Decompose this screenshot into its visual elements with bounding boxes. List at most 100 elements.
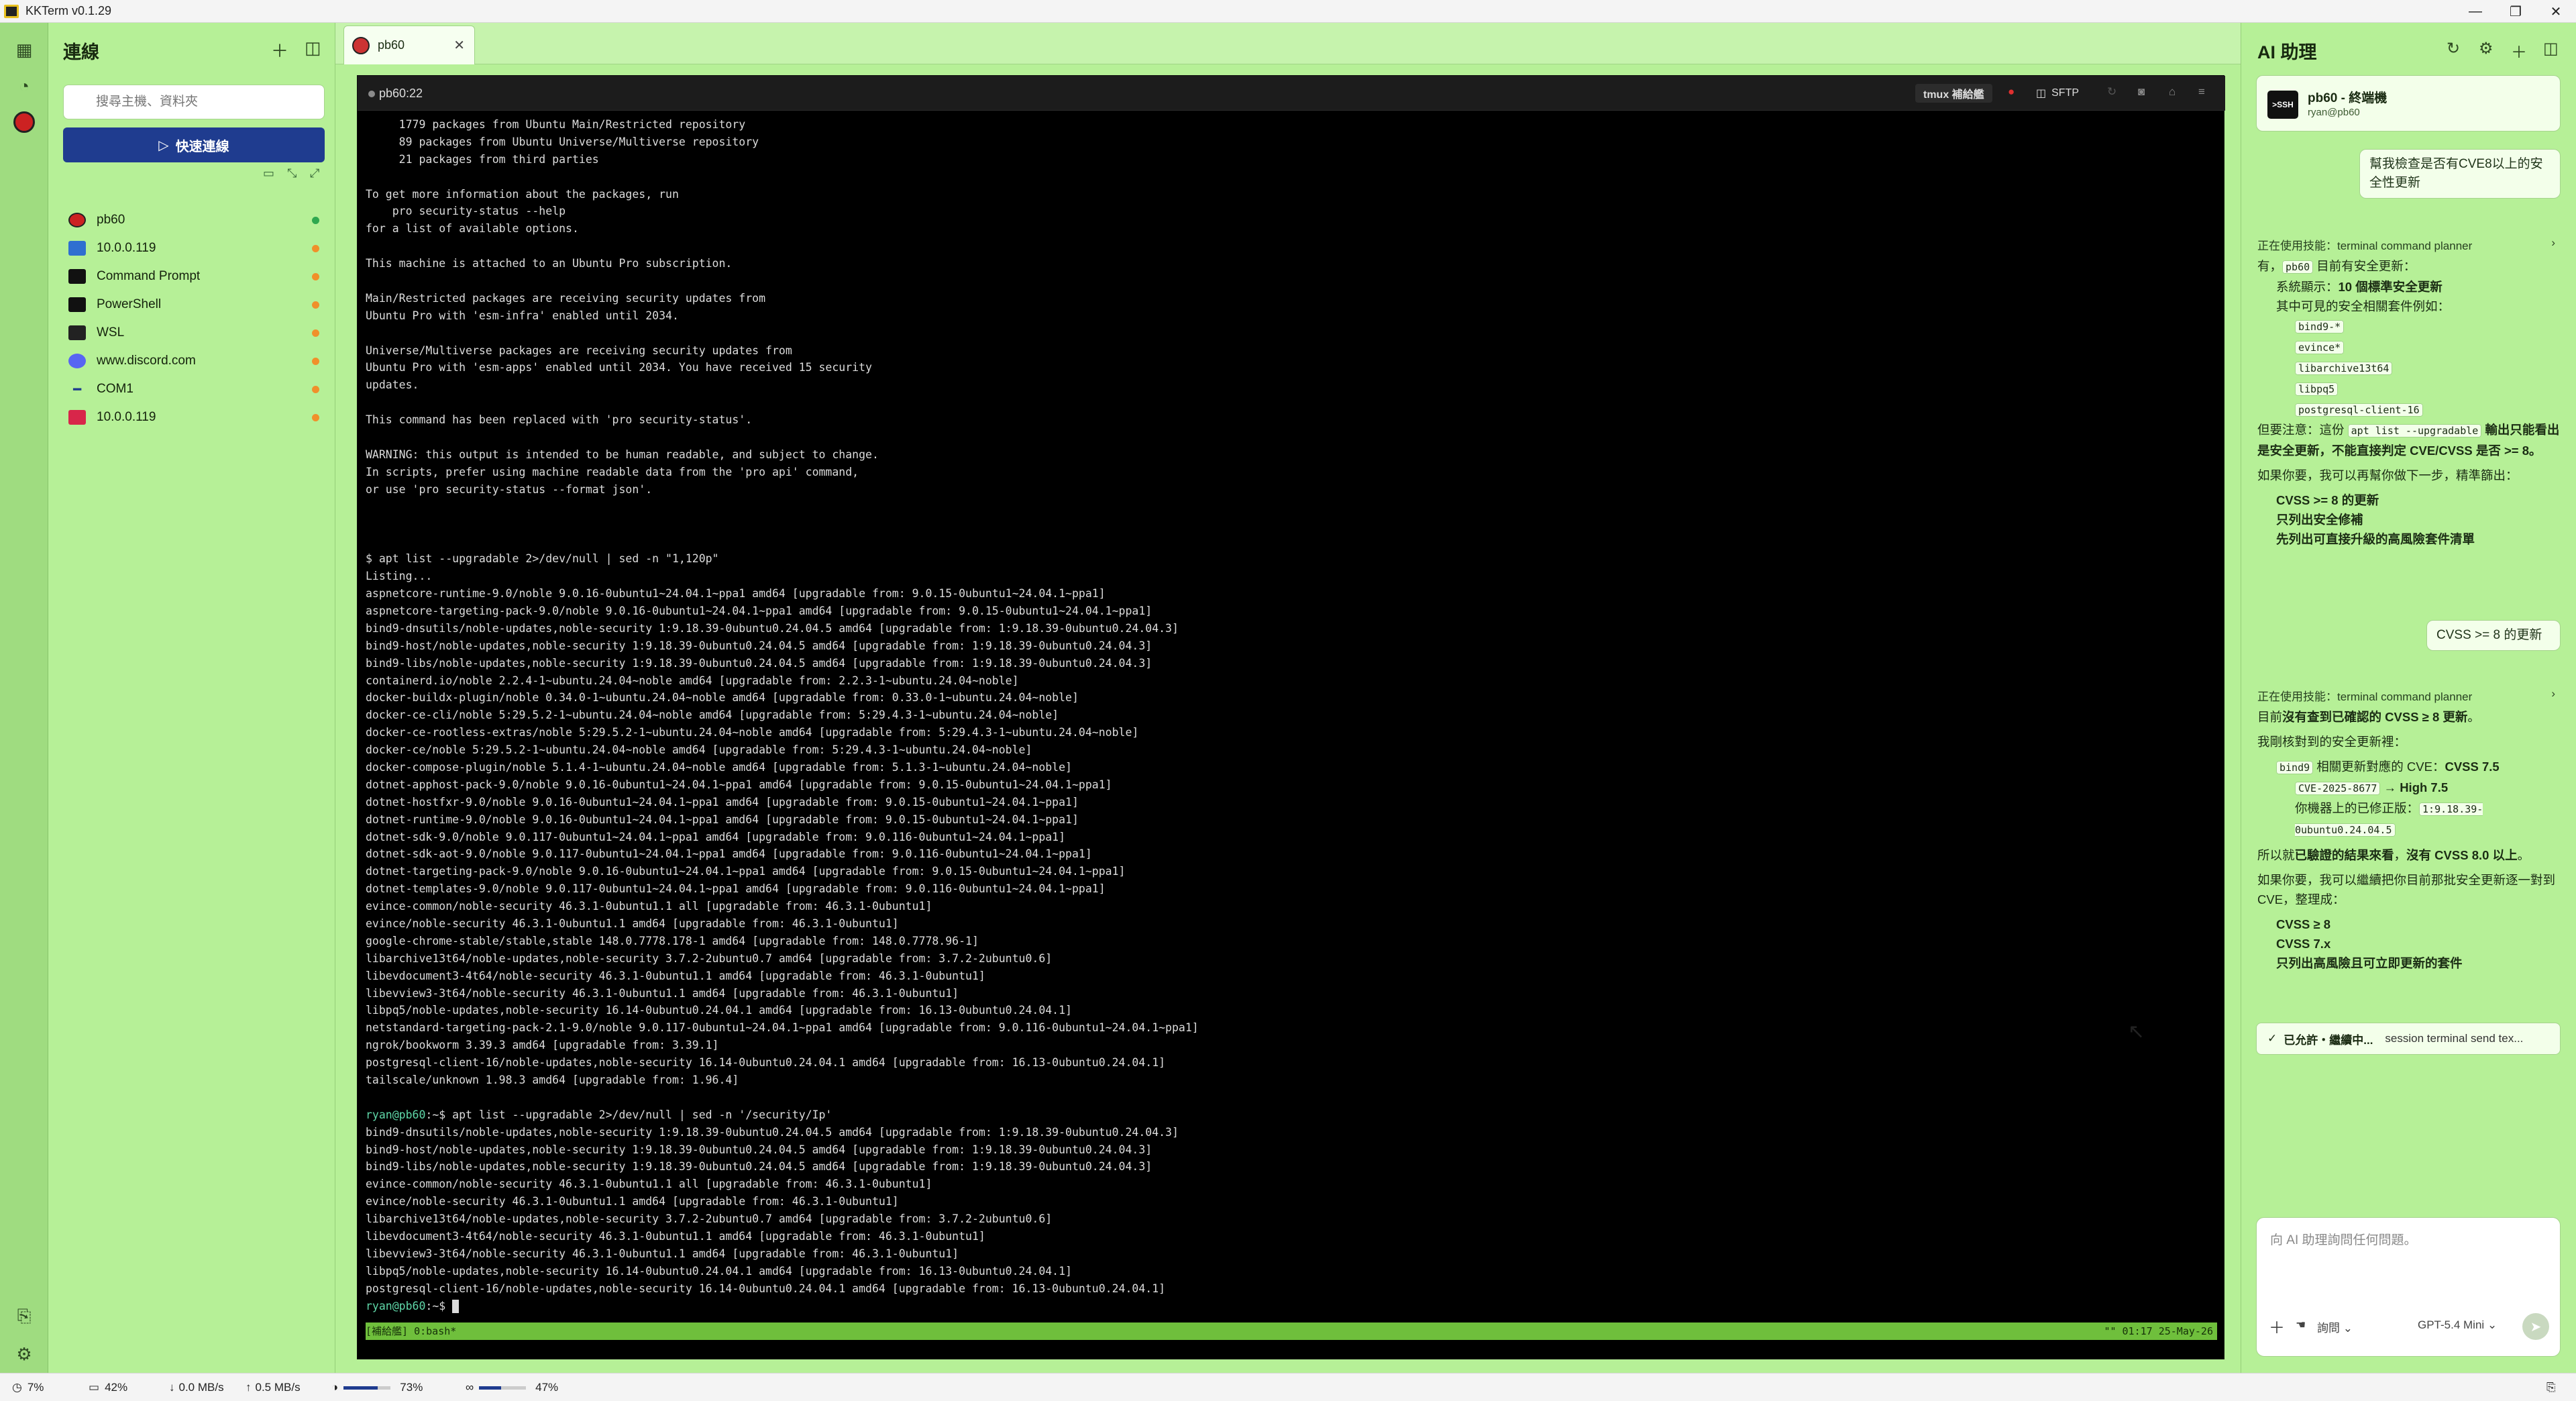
new-chat-icon[interactable]: ＋ — [2511, 39, 2527, 62]
connection-item-pb60[interactable]: pb60 — [63, 207, 325, 234]
snippets-icon[interactable]: ⎘ — [9, 1302, 39, 1331]
tmux-button[interactable]: tmux 補給艦 — [1915, 84, 1992, 103]
ssh-icon: >SSH — [2267, 91, 2298, 119]
session-name: pb60:22 — [379, 87, 423, 100]
model-select[interactable]: GPT-5.4 Mini ⌄ — [2418, 1318, 2497, 1332]
ssh-icon — [68, 213, 86, 227]
tab-pb60[interactable]: pb60 ✕ — [343, 25, 475, 64]
search-input[interactable] — [63, 85, 325, 119]
quick-connect-button[interactable]: ▷ 快速連線 — [63, 127, 325, 162]
record-icon[interactable]: ● — [2008, 85, 2015, 99]
assistant-message: 有， pb60 目前有安全更新： 系統顯示：10 個標準安全更新 其中可見的安全相… — [2257, 259, 2560, 546]
connections-sidebar: 連線 ＋ ◫ ⌕ ▷快速連線 ▭ ⤡ ⤢ pb60 10.0.0.119 Com… — [48, 23, 335, 1373]
disk-meter-fill — [343, 1386, 378, 1390]
gpu-stat: ∞ 47% — [466, 1381, 559, 1394]
send-button[interactable]: ➤ — [2522, 1313, 2549, 1340]
terminal-header: pb60:22 tmux 補給艦 ● ◫ SFTP ↻ ◙ ⌂ ≡ — [358, 76, 2225, 111]
connection-item-powershell[interactable]: PowerShell — [63, 291, 325, 318]
vnc-icon — [68, 410, 86, 425]
connection-item-wsl[interactable]: WSL — [63, 319, 325, 346]
play-icon: ▷ — [158, 138, 169, 153]
monitor-gauge-icon[interactable]: ◔ — [9, 71, 39, 101]
terminal-line: bind9-host/noble-updates,noble-security … — [366, 639, 1152, 652]
terminal-line: In scripts, prefer using machine readabl… — [366, 465, 859, 478]
refresh-icon[interactable]: ↻ — [2447, 39, 2460, 58]
active-session-avatar[interactable] — [9, 107, 39, 137]
lock-icon[interactable]: ⌂ — [2169, 85, 2176, 99]
add-connection-icon[interactable]: ＋ — [271, 38, 288, 62]
context-title: pb60 - 終端機 — [2308, 91, 2387, 105]
skill-indicator[interactable]: 正在使用技能：terminal command planner › — [2257, 236, 2559, 253]
serial-icon: ━ — [72, 382, 82, 397]
minimize-icon[interactable]: — — [2455, 0, 2496, 23]
terminal-line: tailscale/unknown 1.98.3 amd64 [upgradab… — [366, 1073, 739, 1086]
attach-icon[interactable]: ＋ — [2269, 1314, 2285, 1338]
terminal-prompt-line[interactable]: ryan@pb60:~$ — [366, 1298, 2217, 1315]
notifications-icon[interactable]: ⎘ — [2546, 1381, 2556, 1394]
collapse-all-icon[interactable]: ⤡ — [287, 166, 297, 180]
ai-panel-title: AI 助理 — [2257, 42, 2317, 62]
menu-icon[interactable]: ≡ — [2198, 85, 2205, 99]
terminal-line: libpq5/noble-updates,noble-security 16.1… — [366, 1004, 1072, 1017]
close-tab-icon[interactable]: ✕ — [453, 37, 465, 54]
close-icon[interactable]: ✕ — [2536, 0, 2576, 23]
approval-status[interactable]: ✓ 已允許・繼續中... session terminal send tex..… — [2256, 1023, 2561, 1055]
connection-item-rdp[interactable]: 10.0.0.119 — [63, 235, 325, 262]
wsl-icon — [68, 325, 86, 340]
text-cursor — [452, 1300, 460, 1314]
chevron-down-icon: ⌄ — [2487, 1318, 2498, 1331]
connection-item-discord[interactable]: www.discord.com — [63, 348, 325, 374]
composer-input[interactable]: 向 AI 助理詢問任何問題。 — [2270, 1230, 2417, 1248]
terminal-line: libevdocument3-4t64/noble-security 46.3.… — [366, 969, 985, 982]
sftp-button[interactable]: ◫ SFTP — [2028, 84, 2087, 103]
terminal-line: libarchive13t64/noble-updates,noble-secu… — [366, 1212, 1053, 1226]
terminal-line: 89 packages from Ubuntu Universe/Multive… — [366, 135, 759, 148]
gear-icon[interactable]: ⚙ — [9, 1339, 39, 1369]
web-icon — [68, 354, 86, 368]
connection-item-vnc[interactable]: 10.0.0.119 — [63, 404, 325, 431]
ai-assistant-panel: AI 助理 ↻ ⚙ ＋ ◫ >SSH pb60 - 終端機 ryan@pb60 … — [2241, 23, 2576, 1373]
status-dot — [312, 357, 319, 365]
tab-bar: pb60 ✕ — [335, 23, 2241, 64]
terminal-line: bind9-libs/noble-updates,noble-security … — [366, 656, 1152, 670]
session-context-card[interactable]: >SSH pb60 - 終端機 ryan@pb60 — [2256, 75, 2561, 132]
new-folder-icon[interactable]: ▭ — [263, 166, 274, 180]
terminal-line: Universe/Multiverse packages are receivi… — [366, 344, 792, 357]
skill-indicator[interactable]: 正在使用技能：terminal command planner › — [2257, 687, 2559, 704]
chevron-right-icon: › — [2551, 236, 2555, 249]
chat-composer[interactable]: 向 AI 助理詢問任何問題。 ＋ ☚ 詢問 ⌄ GPT-5.4 Mini ⌄ ➤ — [2256, 1217, 2561, 1357]
terminal-line: dotnet-sdk-aot-9.0/noble 9.0.117-0ubuntu… — [366, 847, 1092, 861]
collapse-panel-icon[interactable]: ◫ — [305, 38, 321, 58]
dashboard-icon[interactable]: ▦ — [9, 35, 39, 64]
upload-stat: ↑ 0.5 MB/s — [246, 1381, 301, 1394]
camera-icon[interactable]: ◙ — [2138, 85, 2145, 99]
terminal-line: evince/noble-security 46.3.1-0ubuntu1.1 … — [366, 1195, 899, 1208]
user-message: CVSS >= 8 的更新 — [2426, 620, 2561, 651]
status-dot — [312, 329, 319, 337]
terminal-line: libevview3-3t64/noble-security 46.3.1-0u… — [366, 1247, 959, 1260]
terminal-pane[interactable]: pb60:22 tmux 補給艦 ● ◫ SFTP ↻ ◙ ⌂ ≡ 1779 pa… — [357, 75, 2225, 1359]
memory-icon: ▭ — [89, 1381, 100, 1394]
expand-all-icon[interactable]: ⤢ — [310, 166, 319, 180]
terminal-line: docker-buildx-plugin/noble 0.34.0-1~ubun… — [366, 691, 1079, 705]
gear-icon[interactable]: ⚙ — [2479, 39, 2493, 58]
terminal-output[interactable]: 1779 packages from Ubuntu Main/Restricte… — [366, 116, 2217, 1324]
terminal-line: dotnet-sdk-9.0/noble 9.0.117-0ubuntu1~24… — [366, 830, 1066, 843]
terminal-line: dotnet-hostfxr-9.0/noble 9.0.16-0ubuntu1… — [366, 795, 1079, 809]
cpu-stat: ◷ 7% — [12, 1381, 44, 1394]
maximize-icon[interactable]: ❐ — [2496, 0, 2536, 23]
terminal-line: or use 'pro security-status --format jso… — [366, 482, 653, 496]
collapse-panel-icon[interactable]: ◫ — [2543, 39, 2559, 58]
mouse-cursor-icon: ↖ — [2128, 1021, 2145, 1043]
connection-item-com1[interactable]: ━ COM1 — [63, 376, 325, 403]
connection-item-cmd[interactable]: Command Prompt — [63, 263, 325, 290]
mode-select[interactable]: 詢問 ⌄ — [2317, 1318, 2353, 1335]
hand-icon[interactable]: ☚ — [2296, 1318, 2306, 1332]
refresh-icon[interactable]: ↻ — [2107, 85, 2116, 99]
chevron-down-icon: ⌄ — [2343, 1322, 2353, 1335]
terminal-line: evince-common/noble-security 46.3.1-0ubu… — [366, 900, 932, 913]
